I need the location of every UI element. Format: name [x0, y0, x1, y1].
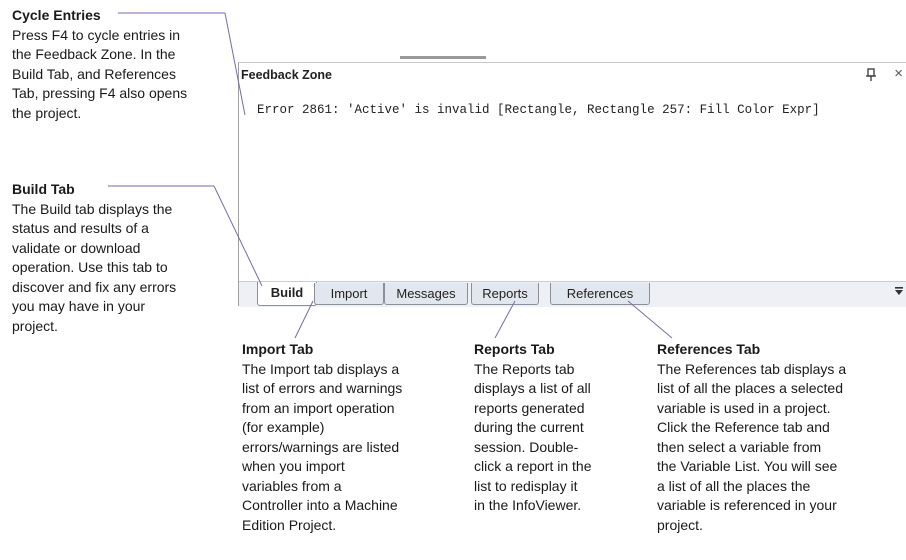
- callout-body: Press F4 to cycle entries in the Feedbac…: [12, 26, 188, 121]
- tab-strip: Build Import Messages Reports References: [239, 281, 906, 307]
- tab-reports[interactable]: Reports: [471, 283, 539, 305]
- callout-references-tab: References Tab The References tab displa…: [657, 340, 897, 535]
- error-entry[interactable]: Error 2861: 'Active' is invalid [Rectang…: [257, 103, 820, 117]
- callout-cycle-entries: Cycle Entries Press F4 to cycle entries …: [12, 6, 222, 123]
- callout-title: Reports Tab: [474, 341, 555, 357]
- callout-build-tab: Build Tab The Build tab displays the sta…: [12, 180, 212, 336]
- tab-messages[interactable]: Messages: [384, 283, 468, 305]
- callout-import-tab: Import Tab The Import tab displays a lis…: [242, 340, 468, 535]
- callout-reports-tab: Reports Tab The Reports tab displays a l…: [474, 340, 634, 516]
- callout-body: The Reports tab displays a list of all r…: [474, 360, 592, 514]
- tab-import[interactable]: Import: [314, 283, 384, 305]
- tab-overflow-icon[interactable]: [895, 286, 903, 296]
- panel-splitter-grip[interactable]: [400, 56, 486, 59]
- tab-build[interactable]: Build: [257, 282, 317, 306]
- pin-icon[interactable]: [865, 68, 877, 82]
- callout-title: Import Tab: [242, 341, 314, 357]
- panel-title: Feedback Zone: [241, 68, 332, 82]
- callout-body: The Build tab displays the status and re…: [12, 200, 177, 334]
- tab-references[interactable]: References: [550, 283, 650, 305]
- close-icon[interactable]: ×: [894, 66, 903, 82]
- callout-body: The Import tab displays a list of errors…: [242, 360, 403, 533]
- callout-title: Build Tab: [12, 181, 75, 197]
- callout-body: The References tab displays a list of al…: [657, 360, 847, 533]
- callout-title: References Tab: [657, 341, 761, 357]
- feedback-zone-panel: Feedback Zone × Error 2861: 'Active' is …: [238, 62, 906, 307]
- callout-title: Cycle Entries: [12, 7, 101, 23]
